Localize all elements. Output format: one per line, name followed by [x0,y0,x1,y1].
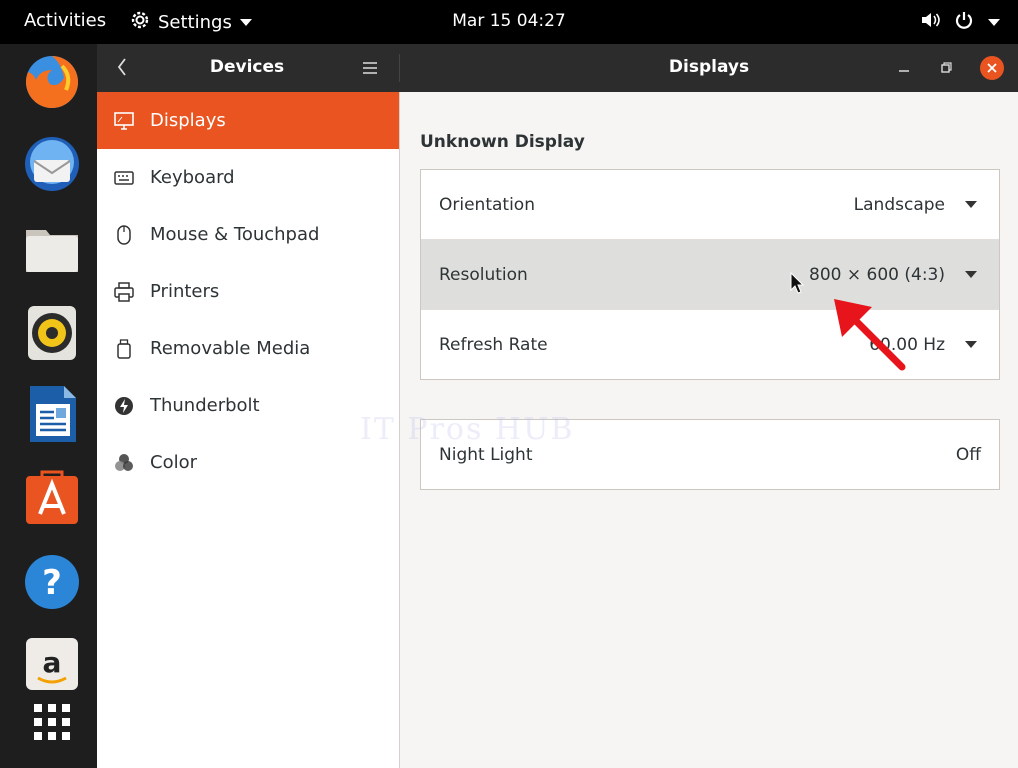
removable-media-icon [113,338,135,360]
resolution-value: 800 × 600 (4:3) [809,264,945,285]
mouse-icon [113,224,135,246]
orientation-label: Orientation [439,194,535,215]
night-light-label: Night Light [439,444,533,465]
hamburger-icon [363,62,377,74]
display-name-heading: Unknown Display [420,132,585,152]
dropdown-arrow-icon [965,201,977,208]
resolution-row[interactable]: Resolution 800 × 600 (4:3) [421,239,999,309]
activities-button[interactable]: Activities [24,10,106,31]
libreoffice-writer-icon[interactable] [22,384,82,444]
sidebar-item-mouse[interactable]: Mouse & Touchpad [97,206,399,263]
thunderbolt-icon [113,395,135,417]
orientation-row[interactable]: Orientation Landscape [421,170,999,239]
help-icon[interactable]: ? [22,552,82,612]
dropdown-arrow-icon [965,271,977,278]
top-bar: Activities Settings Mar 15 04:27 [0,0,1018,44]
sidebar-item-displays[interactable]: Displays [97,92,399,149]
amazon-icon[interactable]: a [22,634,82,694]
settings-window: Devices Displays Displays Keyboard Mouse… [97,44,1018,768]
restore-icon [941,62,952,73]
svg-text:a: a [43,646,62,679]
sidebar-item-color[interactable]: Color [97,434,399,491]
sidebar: Displays Keyboard Mouse & Touchpad Print… [97,92,400,768]
settings-gear-icon [130,10,150,35]
resolution-label: Resolution [439,264,528,285]
thunderbird-icon[interactable] [22,134,82,194]
sidebar-item-keyboard[interactable]: Keyboard [97,149,399,206]
refresh-rate-label: Refresh Rate [439,334,548,355]
chevron-down-icon [239,19,252,26]
sidebar-item-label: Mouse & Touchpad [150,224,320,245]
files-icon[interactable] [22,218,82,278]
chevron-down-icon [988,18,1000,26]
sidebar-item-label: Thunderbolt [150,395,260,416]
displays-panel: Unknown Display Orientation Landscape Re… [360,92,1018,768]
dropdown-arrow-icon [965,341,977,348]
sidebar-item-label: Displays [150,110,226,131]
volume-icon [920,11,940,33]
orientation-value: Landscape [853,194,945,215]
sidebar-item-label: Keyboard [150,167,235,188]
show-applications-icon[interactable] [22,698,82,758]
minimize-button[interactable] [892,56,916,80]
maximize-button[interactable] [934,56,958,80]
mouse-cursor-icon [790,271,805,298]
sidebar-item-printers[interactable]: Printers [97,263,399,320]
power-icon [954,10,974,34]
dock: ? a [0,44,97,768]
sidebar-item-removable-media[interactable]: Removable Media [97,320,399,377]
close-icon [987,63,997,73]
system-tray[interactable] [920,10,1000,34]
svg-text:?: ? [42,563,62,603]
sidebar-title: Devices [209,57,285,77]
header-bar: Devices Displays [97,44,1018,92]
minimize-icon [899,70,909,72]
refresh-rate-row[interactable]: Refresh Rate 60.00 Hz [421,309,999,379]
ubuntu-software-icon[interactable] [22,468,82,528]
display-settings-list: Orientation Landscape Resolution 800 × 6… [420,169,1000,380]
printer-icon [113,281,135,303]
app-menu-button[interactable]: Settings [130,10,252,35]
rhythmbox-icon[interactable] [22,302,82,362]
hamburger-menu-button[interactable] [363,60,377,79]
night-light-value: Off [955,444,981,465]
sidebar-item-thunderbolt[interactable]: Thunderbolt [97,377,399,434]
annotation-arrow-icon [830,295,910,379]
app-menu-label: Settings [158,12,232,33]
close-button[interactable] [980,56,1004,80]
watermark-text: IT Pros HUB [360,412,575,447]
clock-button[interactable]: Mar 15 04:27 [452,11,566,31]
page-title: Displays [668,57,750,77]
color-icon [113,452,135,474]
sidebar-item-label: Printers [150,281,220,302]
sidebar-item-label: Color [150,452,197,473]
firefox-icon[interactable] [22,52,82,112]
sidebar-item-label: Removable Media [150,338,311,359]
display-icon [113,110,135,132]
keyboard-icon [113,167,135,189]
